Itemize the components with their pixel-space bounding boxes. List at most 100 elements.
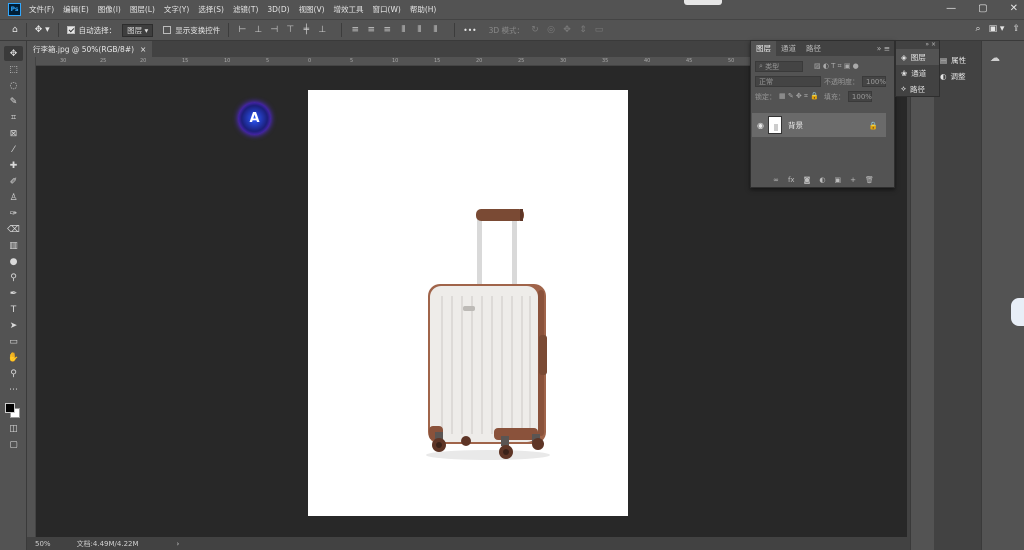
- panel-menu-icon[interactable]: » ≡: [877, 44, 890, 53]
- blend-mode-dropdown[interactable]: 正常: [755, 76, 821, 87]
- dodge-tool-icon[interactable]: ⚲: [4, 270, 23, 285]
- mini-tab-paths[interactable]: ⟡ 路径: [896, 81, 939, 97]
- eyedropper-tool-icon[interactable]: ⁄: [4, 142, 23, 157]
- document-canvas[interactable]: [308, 90, 628, 516]
- floating-app-icon[interactable]: [1011, 298, 1024, 326]
- color-swatches[interactable]: [0, 398, 27, 420]
- new-group-icon[interactable]: ▣: [834, 176, 841, 184]
- align-middle-icon[interactable]: ╪: [301, 25, 311, 35]
- photoshop-logo-icon[interactable]: Ps: [8, 3, 21, 16]
- workspace-icon[interactable]: ▣ ▾: [989, 24, 1005, 34]
- zoom-tool-icon[interactable]: ⚲: [4, 366, 23, 381]
- distribute-middle-icon[interactable]: ≡: [366, 25, 376, 35]
- mini-tab-channels[interactable]: ❀ 通道: [896, 65, 939, 81]
- move-tool-icon[interactable]: ✥: [4, 46, 23, 61]
- search-icon[interactable]: ⌕: [976, 24, 981, 34]
- screen-mode-icon[interactable]: ▢: [4, 437, 23, 452]
- align-left-icon[interactable]: ⊢: [237, 25, 247, 35]
- menu-select[interactable]: 选择(S): [198, 4, 224, 15]
- tab-layers[interactable]: 图层: [751, 41, 776, 56]
- home-icon[interactable]: ⌂: [12, 25, 18, 35]
- 3d-orbit-icon[interactable]: ↻: [530, 25, 540, 35]
- marquee-tool-icon[interactable]: ⬚: [4, 62, 23, 77]
- tab-channels[interactable]: 通道: [776, 41, 801, 56]
- align-bottom-icon[interactable]: ⊥: [317, 25, 327, 35]
- 3d-scale-icon[interactable]: ▭: [594, 25, 604, 35]
- move-tool-preset-icon[interactable]: ✥ ▾: [35, 25, 50, 35]
- maximize-button[interactable]: ▢: [978, 3, 987, 14]
- align-center-h-icon[interactable]: ⊥: [253, 25, 263, 35]
- pen-tool-icon[interactable]: ✒: [4, 286, 23, 301]
- distribute-bottom-icon[interactable]: ≡: [382, 25, 392, 35]
- libraries-icon[interactable]: ☁: [990, 53, 1024, 64]
- layer-name[interactable]: 背景: [788, 120, 803, 131]
- type-tool-icon[interactable]: T: [4, 302, 23, 317]
- fill-input[interactable]: 100%: [847, 91, 872, 102]
- distribute-top-icon[interactable]: ≡: [350, 25, 360, 35]
- lasso-tool-icon[interactable]: ◌: [4, 78, 23, 93]
- hand-tool-icon[interactable]: ✋: [4, 350, 23, 365]
- 3d-pan-icon[interactable]: ✥: [562, 25, 572, 35]
- layer-style-icon[interactable]: fx: [788, 176, 795, 184]
- auto-select-dropdown[interactable]: 图层 ▾: [122, 23, 154, 37]
- path-select-tool-icon[interactable]: ➤: [4, 318, 23, 333]
- clone-stamp-tool-icon[interactable]: ♙: [4, 190, 23, 205]
- more-tools-icon[interactable]: ⋯: [4, 382, 23, 397]
- show-transform-checkbox[interactable]: [163, 26, 172, 34]
- mini-tab-layers[interactable]: ◈ 图层: [896, 49, 939, 65]
- crop-tool-icon[interactable]: ⌗: [4, 110, 23, 125]
- vertical-ruler[interactable]: [27, 57, 36, 537]
- document-tab[interactable]: 行李箱.jpg @ 50%(RGB/8#) ×: [27, 41, 153, 57]
- distribute-right-icon[interactable]: ⫴: [430, 25, 440, 35]
- close-document-icon[interactable]: ×: [140, 45, 146, 54]
- properties-tab[interactable]: ▤ 属性: [936, 52, 981, 68]
- align-top-icon[interactable]: ⊤: [285, 25, 295, 35]
- menu-file[interactable]: 文件(F): [29, 4, 54, 15]
- status-arrow-icon[interactable]: ›: [177, 540, 180, 548]
- link-layers-icon[interactable]: ∞: [773, 176, 779, 184]
- zoom-level[interactable]: 50%: [35, 540, 51, 548]
- lock-icons[interactable]: ▦ ✎ ✥ ⌗ 🔒: [779, 92, 819, 101]
- rectangle-tool-icon[interactable]: ▭: [4, 334, 23, 349]
- blur-tool-icon[interactable]: ●: [4, 254, 23, 269]
- 3d-slide-icon[interactable]: ⇕: [578, 25, 588, 35]
- menu-image[interactable]: 图像(I): [98, 4, 121, 15]
- menu-plugins[interactable]: 增效工具: [334, 4, 364, 15]
- menu-help[interactable]: 帮助(H): [410, 4, 437, 15]
- menu-type[interactable]: 文字(Y): [164, 4, 189, 15]
- menu-3d[interactable]: 3D(D): [267, 5, 289, 14]
- visibility-eye-icon[interactable]: ◉: [757, 121, 764, 130]
- adjustment-layer-icon[interactable]: ◐: [819, 176, 825, 184]
- filter-icons[interactable]: ▨ ◐ T ⌗ ▣ ●: [814, 62, 859, 71]
- menu-edit[interactable]: 编辑(E): [63, 4, 89, 15]
- distribute-center-icon[interactable]: ⫴: [414, 25, 424, 35]
- tab-paths[interactable]: 路径: [801, 41, 826, 56]
- minimize-button[interactable]: —: [946, 3, 956, 14]
- close-window-button[interactable]: ✕: [1010, 3, 1018, 14]
- more-options-button[interactable]: •••: [463, 26, 476, 35]
- foreground-color-swatch[interactable]: [5, 403, 15, 413]
- opacity-input[interactable]: 100%: [862, 76, 886, 87]
- mini-panel-controls[interactable]: » ×: [896, 41, 939, 49]
- plugin-floating-icon[interactable]: A: [238, 102, 271, 135]
- auto-select-checkbox[interactable]: [66, 26, 75, 34]
- align-right-icon[interactable]: ⊣: [269, 25, 279, 35]
- eraser-tool-icon[interactable]: ⌫: [4, 222, 23, 237]
- kind-filter-dropdown[interactable]: ⌕ 类型: [755, 61, 803, 72]
- menu-layer[interactable]: 图层(L): [130, 4, 155, 15]
- adjustments-tab[interactable]: ◐ 调整: [936, 68, 981, 84]
- distribute-left-icon[interactable]: ⫴: [398, 25, 408, 35]
- layer-row-background[interactable]: ◉ 背景 🔒: [752, 113, 886, 137]
- share-icon[interactable]: ⇪: [1012, 24, 1020, 34]
- add-mask-icon[interactable]: ◙: [804, 176, 811, 184]
- history-brush-tool-icon[interactable]: ✑: [4, 206, 23, 221]
- quick-mask-icon[interactable]: ◫: [4, 421, 23, 436]
- menu-window[interactable]: 窗口(W): [373, 4, 401, 15]
- frame-tool-icon[interactable]: ⊠: [4, 126, 23, 141]
- menu-view[interactable]: 视图(V): [299, 4, 325, 15]
- quick-select-tool-icon[interactable]: ✎: [4, 94, 23, 109]
- delete-layer-icon[interactable]: 🗑: [865, 176, 874, 184]
- 3d-roll-icon[interactable]: ◎: [546, 25, 556, 35]
- menu-filter[interactable]: 滤镜(T): [233, 4, 258, 15]
- new-layer-icon[interactable]: +: [850, 176, 856, 184]
